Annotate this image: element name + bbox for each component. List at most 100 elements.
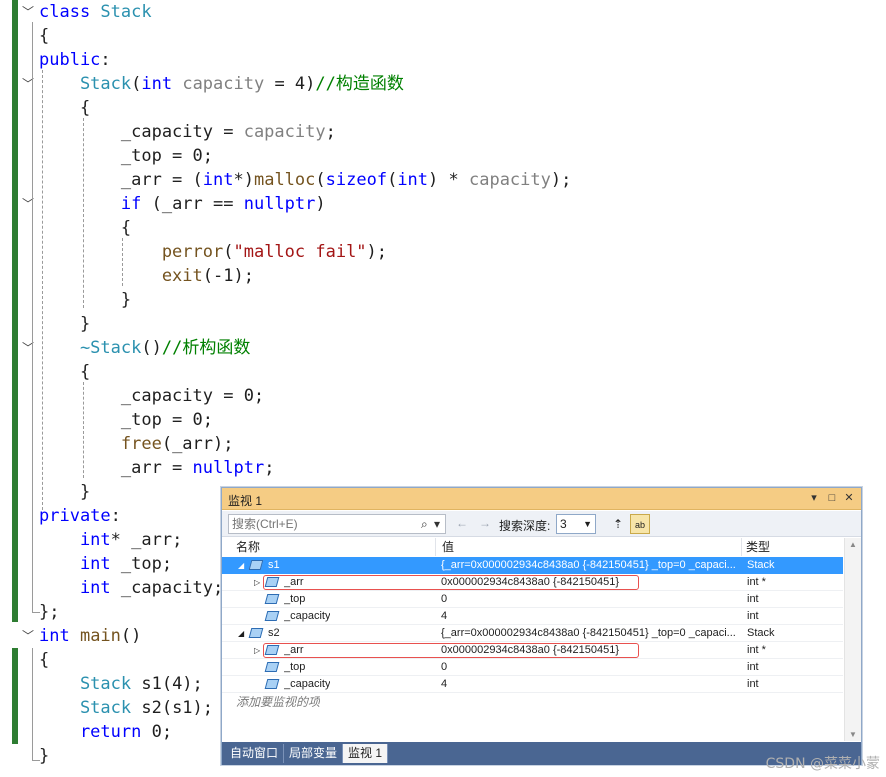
watch-row[interactable]: _top 0 int [222,591,843,608]
back-arrow-icon[interactable]: ← [456,516,468,530]
scope-line [32,22,33,612]
code-token: () [141,338,162,358]
code-line[interactable]: } [39,288,131,312]
code-token: _arr = ( [39,170,203,190]
code-token: 0; [141,722,173,742]
vertical-scrollbar[interactable]: ▲ ▼ [844,538,861,741]
code-line[interactable]: int _capacity; [39,576,223,600]
scroll-down-icon[interactable]: ▼ [849,730,857,739]
column-header-value[interactable]: 值 [436,538,742,556]
chevron-down-icon: ▼ [583,519,592,529]
expand-arrow-icon[interactable]: ▷ [254,574,260,591]
watch-value[interactable]: 4 [441,676,739,693]
code-line[interactable]: { [39,648,49,672]
annotation-highlight-box [263,575,639,590]
search-box[interactable]: ⌕ ▾ [228,514,446,534]
code-line[interactable]: { [39,216,131,240]
watch-row[interactable]: _capacity 4 int [222,676,843,693]
watch-row[interactable]: ◢ s1 {_arr=0x000002934c8438a0 {-842150451}… [222,557,843,574]
code-line[interactable]: ~Stack()//析构函数 [39,336,250,360]
column-header-type[interactable]: 类型 [742,538,843,556]
code-line[interactable]: Stack s1(4); [39,672,203,696]
code-line[interactable]: _capacity = capacity; [39,120,336,144]
pin-icon[interactable]: ⇡ [608,514,628,534]
window-options-dropdown-icon[interactable]: ▾ [807,491,821,505]
watch-type: int * [747,644,766,656]
field-icon [264,594,280,604]
field-icon [264,611,280,621]
column-header-name[interactable]: 名称 [222,538,436,556]
code-line[interactable]: _capacity = 0; [39,384,264,408]
code-token: s1(4); [131,674,203,694]
code-line[interactable]: { [39,96,90,120]
code-line[interactable]: int _top; [39,552,172,576]
search-input[interactable] [229,515,415,533]
code-token: : [100,50,111,70]
code-line[interactable]: class Stack [39,0,152,24]
tab-0[interactable]: 自动窗口 [225,744,285,763]
code-line[interactable]: public: [39,48,111,72]
code-token: ; [325,122,336,142]
code-line[interactable]: _top = 0; [39,144,213,168]
tab-2[interactable]: 监视 1 [343,744,389,763]
code-token: class [39,2,101,22]
code-token: sizeof [325,170,388,190]
code-line[interactable]: perror("malloc fail"); [39,240,387,264]
watch-value[interactable]: 4 [441,608,739,625]
close-icon[interactable]: ✕ [842,491,856,505]
code-line[interactable]: free(_arr); [39,432,234,456]
expand-arrow-icon[interactable]: ▷ [254,642,260,659]
code-line[interactable]: private: [39,504,121,528]
fold-chevron-icon[interactable]: ﹀ [22,630,34,642]
code-line[interactable]: _top = 0; [39,408,213,432]
code-token: }; [39,602,60,622]
watch-row[interactable]: _capacity 4 int [222,608,843,625]
watch-row[interactable]: _top 0 int [222,659,843,676]
watch-value[interactable]: 0 [441,659,739,676]
watch-type: int [747,678,759,690]
watch-row[interactable]: ◢ s2 {_arr=0x000002934c8438a0 {-842150451}… [222,625,843,642]
code-line[interactable]: int* _arr; [39,528,182,552]
code-token: () [120,626,142,646]
watch-title-bar[interactable]: 监视 1 ▾ □ ✕ [222,488,861,510]
fold-chevron-icon[interactable]: ﹀ [22,6,34,18]
code-token: nullptr [243,194,316,214]
search-depth-select[interactable]: 3 ▼ [556,514,596,534]
forward-arrow-icon[interactable]: → [479,516,491,530]
change-indicator [12,0,18,622]
collapse-arrow-icon[interactable]: ◢ [238,557,244,574]
code-line[interactable]: _arr = (int*)malloc(sizeof(int) * capaci… [39,168,571,192]
scroll-up-icon[interactable]: ▲ [849,540,857,549]
collapse-arrow-icon[interactable]: ◢ [238,625,244,642]
watch-name: _capacity [284,678,331,690]
code-token: if [39,194,142,214]
hex-view-icon[interactable]: ab [630,514,650,534]
code-line[interactable]: return 0; [39,720,172,744]
add-watch-placeholder[interactable]: 添加要监视的项 [236,693,320,710]
code-line[interactable]: _arr = nullptr; [39,456,275,480]
code-line[interactable]: if (_arr == nullptr) [39,192,326,216]
code-line[interactable]: Stack(int capacity = 4)//构造函数 [39,72,404,96]
code-line[interactable]: }; [39,600,59,624]
code-line[interactable]: exit(-1); [39,264,254,288]
watch-value[interactable]: 0 [441,591,739,608]
code-line[interactable]: { [39,24,49,48]
watch-value[interactable]: {_arr=0x000002934c8438a0 {-842150451} _t… [441,557,739,574]
watch-value[interactable]: {_arr=0x000002934c8438a0 {-842150451} _t… [441,625,739,642]
watch-row[interactable]: ▷ _arr 0x000002934c8438a0 {-842150451} int … [222,574,843,591]
watch-window[interactable]: 监视 1 ▾ □ ✕ ⌕ ▾ ← → 搜索深度: 3 ▼ ⇡ ab 名称 值 类… [221,487,862,765]
code-line[interactable]: Stack s2(s1); [39,696,213,720]
maximize-icon[interactable]: □ [825,491,839,505]
code-line[interactable]: { [39,360,90,384]
code-line[interactable]: } [39,312,90,336]
tab-1[interactable]: 局部变量 [284,744,344,763]
search-options-dropdown-icon[interactable]: ▾ [434,517,440,531]
code-token: *) [233,170,254,190]
watch-row[interactable]: ▷ _arr 0x000002934c8438a0 {-842150451} int … [222,642,843,659]
code-line[interactable]: int main() [39,624,141,648]
code-line[interactable]: } [39,744,49,768]
search-icon[interactable]: ⌕ [421,517,428,531]
scope-line [32,648,33,760]
code-token: _capacity = [39,122,244,142]
code-line[interactable]: } [39,480,90,504]
